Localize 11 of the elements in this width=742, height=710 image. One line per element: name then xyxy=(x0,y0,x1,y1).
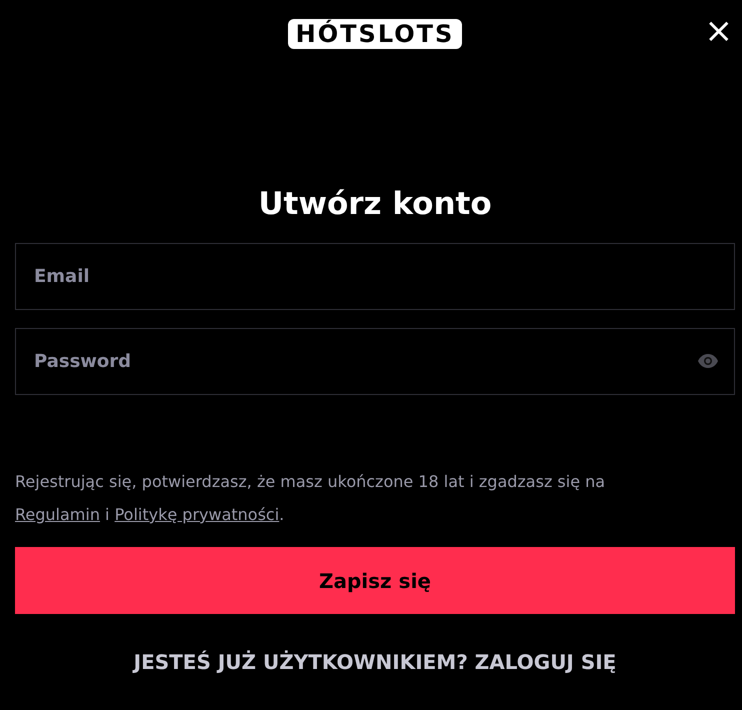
consent-text: Rejestrując się, potwierdzasz, że masz ukończone 18 lat i zgadzasz się na Regulamin i Politykę prywatności. xyxy=(15,471,606,526)
input-field[interactable]: Email xyxy=(15,243,735,310)
terms-link[interactable]: Regulamin xyxy=(15,505,100,524)
sign-up-button[interactable]: Zapisz się xyxy=(15,547,735,614)
close-button[interactable]: × xyxy=(702,14,735,48)
privacy-link[interactable]: Politykę prywatności xyxy=(114,505,280,524)
login-link[interactable]: JESTEŚ JUŻ UŻYTKOWNIKIEM? ZALOGUJ SIĘ xyxy=(134,650,616,674)
logo: HÓTSLOTS xyxy=(288,19,462,49)
form-title: Utwórz konto xyxy=(257,185,493,224)
eye-icon[interactable] xyxy=(697,353,719,369)
input-field[interactable]: Password xyxy=(15,328,735,395)
